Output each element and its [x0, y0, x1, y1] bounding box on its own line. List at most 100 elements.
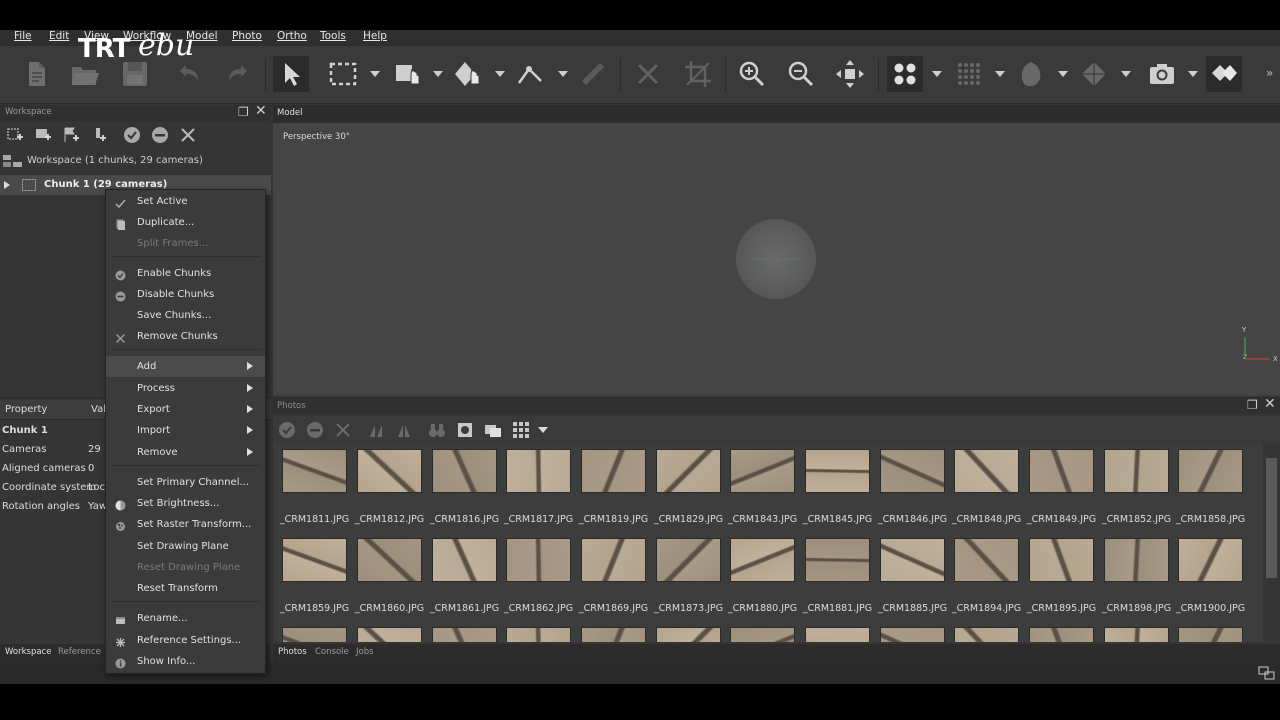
trackball-sphere[interactable] — [736, 219, 816, 299]
expand-arrow-icon[interactable] — [4, 181, 10, 189]
photo-thumbnail[interactable] — [805, 627, 870, 642]
rotate-object-icon[interactable] — [450, 56, 486, 92]
photo-thumbnail[interactable] — [1178, 627, 1243, 642]
photo-thumbnail[interactable] — [656, 449, 721, 493]
menu-ortho[interactable]: Ortho — [277, 30, 307, 46]
tiled-dropdown-caret[interactable] — [1121, 71, 1131, 77]
move-object-icon[interactable] — [390, 56, 426, 92]
menu-item-reference-settings[interactable]: Reference Settings... — [106, 630, 265, 651]
enable-icon[interactable] — [123, 126, 141, 144]
delete-icon[interactable] — [630, 56, 666, 92]
menu-item-save-chunks[interactable]: Save Chunks... — [106, 305, 265, 326]
photo-thumbnail[interactable] — [581, 627, 646, 642]
menu-item-duplicate[interactable]: Duplicate... — [106, 212, 265, 233]
redo-icon[interactable] — [220, 56, 256, 92]
photo-thumbnail[interactable] — [1104, 538, 1169, 582]
photo-thumbnail[interactable] — [1104, 449, 1169, 493]
navigation-arrow-icon[interactable] — [273, 56, 309, 92]
photo-thumbnail[interactable] — [506, 538, 571, 582]
zoom-in-icon[interactable] — [734, 56, 770, 92]
menu-item-remove-chunks[interactable]: Remove Chunks — [106, 326, 265, 347]
rectangle-selection-icon[interactable] — [325, 56, 361, 92]
photo-thumbnail[interactable] — [581, 538, 646, 582]
photo-thumbnail[interactable] — [357, 538, 422, 582]
menu-item-set-brightness[interactable]: Set Brightness... — [106, 493, 265, 514]
photo-thumbnail[interactable] — [506, 449, 571, 493]
rotate-left-icon[interactable] — [367, 421, 385, 439]
resize-grip-icon[interactable] — [1258, 666, 1276, 680]
move-dropdown-caret[interactable] — [433, 71, 443, 77]
photo-thumbnail[interactable] — [880, 538, 945, 582]
new-document-icon[interactable] — [18, 56, 54, 92]
ruler-icon[interactable] — [512, 56, 548, 92]
menu-item-set-active[interactable]: Set Active — [106, 191, 265, 212]
photo-thumbnail[interactable] — [282, 538, 347, 582]
add-shape-icon[interactable] — [90, 126, 108, 144]
workspace-root-row[interactable]: Workspace (1 chunks, 29 cameras) — [0, 151, 271, 171]
menu-item-set-primary-channel[interactable]: Set Primary Channel... — [106, 472, 265, 493]
photo-thumbnail[interactable] — [1104, 627, 1169, 642]
photo-thumbnail[interactable] — [282, 449, 347, 493]
undock-icon[interactable]: ❐ — [1247, 398, 1258, 412]
model-viewport[interactable]: Perspective 30° Y X Z — [273, 123, 1280, 395]
point-cloud-icon[interactable] — [887, 56, 923, 92]
tab-model[interactable]: Model — [277, 108, 303, 118]
tab-reference[interactable]: Reference — [58, 647, 101, 657]
photo-thumbnail[interactable] — [954, 627, 1019, 642]
photo-thumbnail[interactable] — [432, 538, 497, 582]
menu-photo[interactable]: Photo — [232, 30, 262, 46]
photo-thumbnail[interactable] — [506, 627, 571, 642]
texture-icon[interactable] — [1206, 56, 1242, 92]
photo-thumbnail[interactable] — [730, 538, 795, 582]
property-column-header[interactable]: Property — [5, 404, 47, 415]
zoom-out-icon[interactable] — [783, 56, 819, 92]
photo-thumbnail[interactable] — [432, 627, 497, 642]
measure-ruler-icon[interactable] — [575, 56, 611, 92]
add-chunk-icon[interactable] — [6, 126, 24, 144]
disable-icon[interactable] — [151, 126, 169, 144]
menu-help[interactable]: Help — [363, 30, 387, 46]
menu-item-disable-chunks[interactable]: Disable Chunks — [106, 284, 265, 305]
dense-cloud-icon[interactable] — [951, 56, 987, 92]
photo-thumbnail[interactable] — [880, 627, 945, 642]
add-photos-icon[interactable] — [34, 126, 52, 144]
tab-console[interactable]: Console — [315, 647, 349, 657]
menu-item-show-info[interactable]: Show Info... — [106, 651, 265, 672]
model-view-icon[interactable] — [1013, 56, 1049, 92]
menu-item-remove[interactable]: Remove — [106, 442, 265, 463]
photo-thumbnail[interactable] — [282, 627, 347, 642]
disable-cameras-icon[interactable] — [306, 421, 324, 439]
add-marker-icon[interactable] — [62, 126, 80, 144]
menu-item-set-raster-transform[interactable]: Set Raster Transform... — [106, 514, 265, 535]
photo-thumbnail[interactable] — [357, 449, 422, 493]
scrollbar-handle[interactable] — [1266, 458, 1277, 578]
toolbar-overflow-button[interactable]: » — [1266, 66, 1273, 80]
photo-thumbnail[interactable] — [432, 449, 497, 493]
tab-photos[interactable]: Photos — [278, 647, 307, 657]
photo-thumbnail[interactable] — [954, 449, 1019, 493]
rotate-dropdown-caret[interactable] — [495, 71, 505, 77]
photo-thumbnail[interactable] — [1178, 449, 1243, 493]
model-dropdown-caret[interactable] — [1058, 71, 1068, 77]
menu-item-rename[interactable]: Rename... — [106, 608, 265, 629]
close-icon[interactable]: ✕ — [1264, 396, 1276, 412]
photo-thumbnail[interactable] — [880, 449, 945, 493]
menu-edit[interactable]: Edit — [49, 30, 69, 46]
photo-thumbnail[interactable] — [1029, 449, 1094, 493]
mask-icon[interactable] — [456, 421, 474, 439]
camera-dropdown-caret[interactable] — [1188, 71, 1198, 77]
photo-thumbnail[interactable] — [656, 538, 721, 582]
point-cloud-dropdown-caret[interactable] — [932, 71, 942, 77]
menu-file[interactable]: File — [14, 30, 32, 46]
grid-view-icon[interactable] — [512, 421, 530, 439]
remove-icon[interactable] — [179, 126, 197, 144]
reset-view-icon[interactable] — [832, 56, 868, 92]
tab-jobs[interactable]: Jobs — [356, 647, 374, 657]
selection-dropdown-caret[interactable] — [370, 71, 380, 77]
binoculars-icon[interactable] — [428, 421, 446, 439]
photo-thumbnail[interactable] — [656, 627, 721, 642]
photo-thumbnail[interactable] — [730, 627, 795, 642]
menu-item-process[interactable]: Process — [106, 378, 265, 399]
tab-workspace[interactable]: Workspace — [5, 647, 51, 657]
photo-thumbnail[interactable] — [805, 538, 870, 582]
